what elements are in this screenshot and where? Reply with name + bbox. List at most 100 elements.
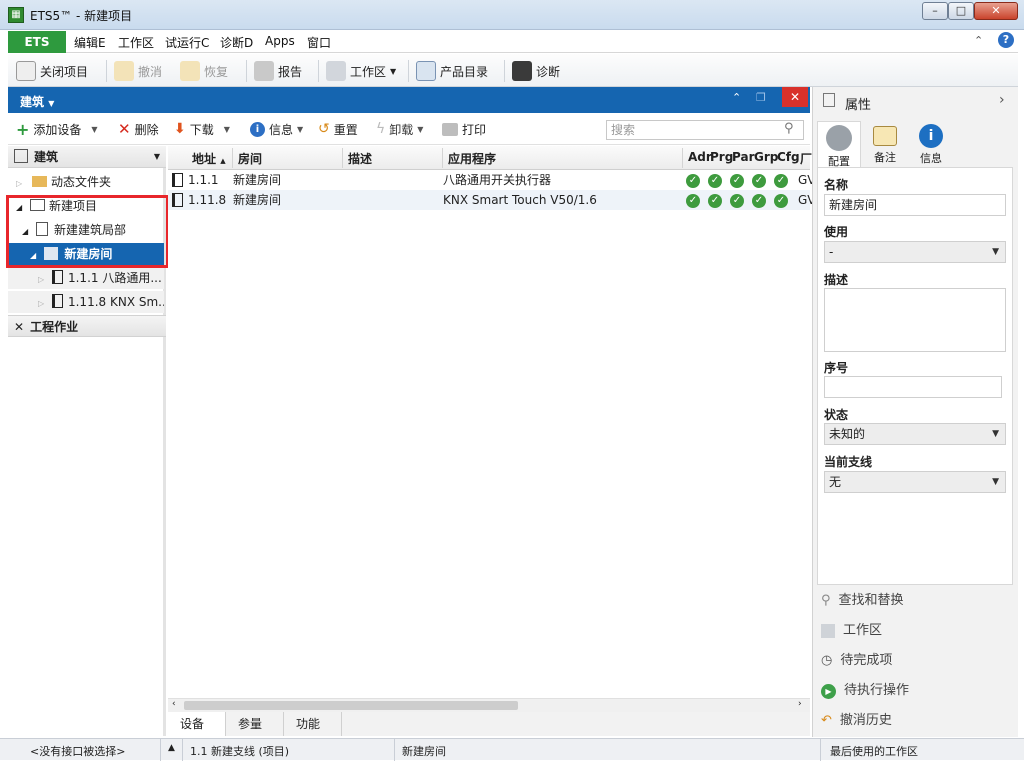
column-divider[interactable] xyxy=(342,148,343,168)
minimize-button[interactable]: – xyxy=(922,2,948,20)
menu-window[interactable]: 窗口 xyxy=(307,34,331,51)
column-prg[interactable]: Prg xyxy=(710,150,733,164)
devices-grid: 地址 ▲ 房间 描述 应用程序 Adr Prg Par Grp Cfg 厂 1.… xyxy=(168,146,816,698)
diagnostics-button[interactable]: 诊断 xyxy=(512,59,560,83)
undo-button[interactable]: 撤消 xyxy=(114,59,162,83)
unload-label: 卸载 xyxy=(389,122,414,137)
unload-button[interactable]: ϟ 卸载 ▼ xyxy=(376,117,423,141)
status-dropdown[interactable]: 未知的 ▼ xyxy=(824,423,1006,445)
column-divider[interactable] xyxy=(682,148,683,168)
column-application[interactable]: 应用程序 xyxy=(448,150,496,167)
menu-diagnostics[interactable]: 诊断D xyxy=(220,34,253,51)
tab-devices[interactable]: 设备 xyxy=(168,712,226,736)
expand-arrow-icon[interactable]: ▷ xyxy=(38,299,44,308)
branch-dropdown[interactable]: 无 ▼ xyxy=(824,471,1006,493)
scroll-right-icon[interactable]: › xyxy=(798,699,802,709)
maximize-button[interactable]: □ xyxy=(948,2,974,20)
reset-button[interactable]: ↺ 重置 xyxy=(318,117,358,141)
catalog-button[interactable]: 产品目录 xyxy=(416,59,488,83)
horizontal-scrollbar[interactable]: ‹ › xyxy=(168,698,810,712)
workspace-link[interactable]: 工作区 xyxy=(821,620,882,642)
column-address[interactable]: 地址 ▲ xyxy=(192,150,226,167)
tab-notes[interactable]: 备注 xyxy=(863,121,907,167)
menu-edit[interactable]: 编辑E xyxy=(74,34,106,51)
name-label: 名称 xyxy=(824,178,849,192)
tab-functions[interactable]: 功能 xyxy=(284,712,342,736)
tree-node-dynamic-folder[interactable]: ▷ 动态文件夹 xyxy=(8,171,166,193)
panel-collapse-icon[interactable]: ⌃ xyxy=(732,91,741,104)
menu-apps[interactable]: Apps xyxy=(265,34,295,48)
line-chevron-up-icon[interactable]: ▲ xyxy=(168,743,175,753)
print-label: 打印 xyxy=(462,122,487,137)
close-window-button[interactable]: ✕ xyxy=(974,2,1018,20)
column-cfg[interactable]: Cfg xyxy=(777,150,800,164)
tab-info[interactable]: i 信息 xyxy=(909,121,953,167)
pending-ops-link[interactable]: ▶ 待执行操作 xyxy=(821,680,909,702)
column-manufacturer[interactable]: 厂 xyxy=(800,150,812,167)
panel-title-dropdown[interactable]: 建筑 ▼ xyxy=(20,93,54,110)
dropdown-arrow-icon[interactable]: ▼ xyxy=(154,146,160,168)
chevron-right-icon[interactable]: › xyxy=(999,92,1005,108)
interface-status[interactable]: <没有接口被选择> xyxy=(30,743,125,759)
column-par[interactable]: Par xyxy=(732,150,755,164)
report-label: 报告 xyxy=(278,64,303,79)
expand-arrow-icon[interactable]: ▷ xyxy=(16,179,22,188)
description-textarea[interactable] xyxy=(824,288,1006,352)
toolbar-divider xyxy=(318,60,319,82)
name-field[interactable]: 新建房间 xyxy=(824,194,1006,216)
cell-application: KNX Smart Touch V50/1.6 xyxy=(443,193,597,207)
column-grp[interactable]: Grp xyxy=(754,150,778,164)
table-row[interactable]: 1.11.8 新建房间 KNX Smart Touch V50/1.6 ✓ ✓ ✓ ✓… xyxy=(168,190,816,210)
dropdown-arrow-icon[interactable]: ▼ xyxy=(91,125,97,134)
workspace-button[interactable]: 工作区 ▼ xyxy=(326,59,396,83)
column-adr[interactable]: Adr xyxy=(688,150,712,164)
redo-button[interactable]: 恢复 xyxy=(180,59,228,83)
buildings-panel-header: 建筑 ▼ ⌃ ❐ ✕ xyxy=(8,87,810,113)
delete-button[interactable]: ✕ 删除 xyxy=(118,117,159,141)
report-button[interactable]: 报告 xyxy=(254,59,302,83)
serial-field[interactable] xyxy=(824,376,1002,398)
usage-dropdown[interactable]: - ▼ xyxy=(824,241,1006,263)
scroll-thumb[interactable] xyxy=(184,701,518,710)
dropdown-arrow-icon[interactable]: ▼ xyxy=(224,125,230,134)
search-input[interactable]: 搜索 xyxy=(606,120,804,140)
help-icon[interactable]: ? xyxy=(998,32,1014,48)
tree-section-buildings[interactable]: 建筑 ▼ xyxy=(8,146,166,168)
download-button[interactable]: ⬇ 下载 ▼ xyxy=(174,117,230,141)
add-device-label: 添加设备 xyxy=(33,122,82,137)
tab-parameters[interactable]: 参量 xyxy=(226,712,284,736)
search-icon[interactable]: ⚲ xyxy=(784,121,794,136)
dropdown-arrow-icon: ▼ xyxy=(297,124,304,134)
column-description[interactable]: 描述 xyxy=(348,150,372,167)
panel-close-button[interactable]: ✕ xyxy=(782,87,808,107)
close-project-button[interactable]: 关闭项目 xyxy=(16,59,88,83)
close-project-label: 关闭项目 xyxy=(40,64,89,79)
play-icon: ▶ xyxy=(821,683,836,699)
scroll-left-icon[interactable]: ‹ xyxy=(172,699,176,709)
tree-node-device-1[interactable]: ▷ 1.1.1 八路通用... xyxy=(8,267,164,289)
panel-float-icon[interactable]: ❐ xyxy=(756,91,766,104)
column-divider[interactable] xyxy=(232,148,233,168)
tree-node-device-2[interactable]: ▷ 1.11.8 KNX Sm... xyxy=(8,291,164,313)
tree-section-jobs[interactable]: ✕ 工程作业 xyxy=(8,315,166,337)
add-device-button[interactable]: + 添加设备 ▼ xyxy=(16,117,98,141)
column-room[interactable]: 房间 xyxy=(238,150,262,167)
download-label: 下载 xyxy=(189,122,214,137)
find-replace-link[interactable]: ⚲ 查找和替换 xyxy=(821,590,904,612)
menu-workspace[interactable]: 工作区 xyxy=(118,34,154,51)
menu-commissioning[interactable]: 试运行C xyxy=(165,34,209,51)
ets-menu-button[interactable]: ETS xyxy=(8,31,66,53)
properties-panel: 属性 › 配置 备注 i 信息 名称 新建房间 使用 - ▼ 描述 序号 状态 未… xyxy=(812,87,1018,737)
tab-config[interactable]: 配置 xyxy=(817,121,861,168)
title-bar: ▦ ETS5™ - 新建项目 – □ ✕ xyxy=(0,0,1024,30)
check-icon: ✓ xyxy=(752,193,766,208)
info-button[interactable]: i 信息 ▼ xyxy=(250,117,303,141)
column-divider[interactable] xyxy=(442,148,443,168)
print-button[interactable]: 打印 xyxy=(442,117,486,141)
collapse-ribbon-icon[interactable]: ⌃ xyxy=(974,34,983,47)
expand-arrow-icon[interactable]: ▷ xyxy=(38,275,44,284)
device-icon xyxy=(51,294,63,308)
undo-history-link[interactable]: ↶ 撤消历史 xyxy=(821,710,892,732)
todo-link[interactable]: ◷ 待完成项 xyxy=(821,650,892,672)
table-row[interactable]: 1.1.1 新建房间 八路通用开关执行器 ✓ ✓ ✓ ✓ ✓ GV xyxy=(168,170,816,190)
